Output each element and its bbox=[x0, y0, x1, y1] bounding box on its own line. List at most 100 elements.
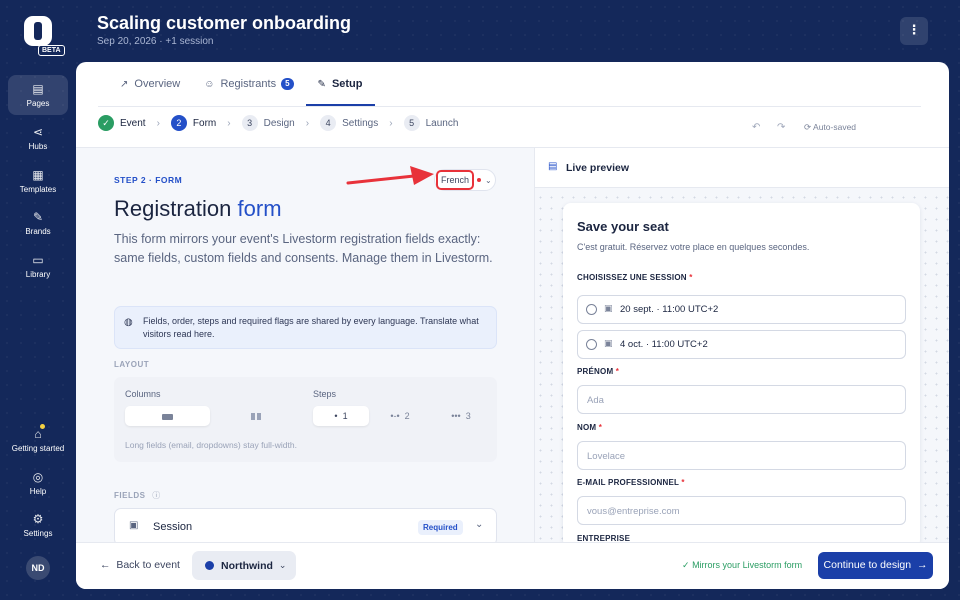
chevron-right-icon: › bbox=[156, 117, 160, 129]
language-select[interactable]: French ⌄ bbox=[434, 169, 496, 191]
steps-one-option[interactable]: • 1 bbox=[313, 406, 369, 426]
page-title: Scaling customer onboarding bbox=[97, 13, 352, 33]
calendar-icon: ▣ bbox=[604, 303, 613, 313]
tab-label: Setup bbox=[331, 78, 363, 90]
calendar-icon: ▣ bbox=[129, 520, 139, 531]
chevron-right-icon: › bbox=[389, 117, 393, 129]
calendar-icon: ▣ bbox=[604, 338, 613, 348]
brand-name: Northwind bbox=[221, 559, 273, 572]
steps-three-option[interactable]: ••• 3 bbox=[431, 406, 491, 426]
status-dot bbox=[477, 178, 482, 182]
tab-overview[interactable]: ↗ Overview bbox=[108, 62, 192, 106]
chevron-down-icon: ⌄ bbox=[485, 175, 492, 185]
tab-registrants[interactable]: ☺ Registrants 5 bbox=[192, 62, 305, 106]
lastname-input[interactable]: Lovelace bbox=[577, 441, 906, 470]
more-options-button[interactable]: ⋮ bbox=[900, 17, 928, 45]
step-number: 2 bbox=[170, 115, 187, 131]
columns-one-option[interactable] bbox=[125, 406, 210, 426]
title-accent: form bbox=[237, 196, 282, 221]
step-settings[interactable]: 4 Settings bbox=[320, 115, 378, 131]
steps-two-option[interactable]: •-• 2 bbox=[372, 406, 428, 426]
undo-icon[interactable]: ↶ bbox=[752, 122, 760, 133]
brand-select[interactable]: Northwind ⌄ bbox=[192, 551, 296, 580]
one-column-icon bbox=[162, 413, 173, 420]
edit-icon: ✎ bbox=[317, 78, 326, 90]
email-label: E-MAIL PROFESSIONNEL * bbox=[577, 478, 685, 487]
label-text: E-MAIL PROFESSIONNEL bbox=[577, 478, 679, 487]
sidebar-item-library[interactable]: ▭ Library bbox=[8, 246, 68, 286]
step-design[interactable]: 3 Design bbox=[241, 115, 295, 131]
registrants-count-badge: 5 bbox=[281, 78, 294, 90]
refresh-icon: ⟳ bbox=[804, 122, 812, 132]
arrow-left-icon: ← bbox=[100, 559, 111, 571]
form-title: Save your seat bbox=[577, 219, 669, 234]
info-text: Fields, order, steps and required flags … bbox=[143, 316, 479, 339]
title-main: Registration bbox=[114, 196, 232, 221]
session-option[interactable]: ▣ 4 oct. · 11:00 UTC+2 bbox=[577, 330, 906, 359]
session-label: CHOISISSEZ UNE SESSION * bbox=[577, 273, 693, 282]
info-icon[interactable]: ⓘ bbox=[152, 491, 161, 500]
three-steps-icon: ••• bbox=[451, 411, 461, 421]
step-launch[interactable]: 5 Launch bbox=[403, 115, 458, 131]
sidebar-item-brands[interactable]: ✎ Brands bbox=[8, 203, 68, 243]
step-label: Form bbox=[192, 117, 217, 129]
app-logo[interactable] bbox=[24, 16, 52, 46]
tab-label: Overview bbox=[134, 78, 181, 90]
session-text: 20 sept. · 11:00 UTC+2 bbox=[620, 304, 719, 315]
tab-label: Registrants bbox=[220, 78, 277, 90]
form-subtitle: C'est gratuit. Réservez votre place en q… bbox=[577, 242, 810, 252]
label-text: NOM bbox=[577, 423, 597, 432]
live-preview: ▤ Live preview Save your seat C'est grat… bbox=[534, 148, 949, 548]
continue-button[interactable]: Continue to design → bbox=[818, 552, 933, 579]
lifebuoy-icon: ◎ bbox=[32, 470, 44, 484]
two-column-icon bbox=[250, 411, 262, 421]
autosave-status: ⟳ Auto-saved bbox=[804, 122, 856, 133]
radio-button[interactable] bbox=[586, 304, 597, 315]
radio-button[interactable] bbox=[586, 339, 597, 350]
back-to-event-link[interactable]: ← Back to event bbox=[100, 559, 180, 571]
chevron-right-icon: › bbox=[227, 117, 231, 129]
page-subtitle: Sep 20, 2026 · +1 session bbox=[97, 36, 214, 47]
columns-two-option[interactable] bbox=[213, 406, 298, 426]
required-badge: Required bbox=[418, 520, 463, 535]
avatar[interactable]: ND bbox=[26, 556, 50, 580]
check-icon: ✓ bbox=[98, 115, 114, 131]
sidebar-item-help[interactable]: ◎ Help bbox=[8, 463, 68, 503]
fields-label: FIELDS bbox=[114, 491, 146, 500]
language-value: French bbox=[436, 170, 475, 190]
globe-icon: ◍ bbox=[124, 317, 133, 328]
step-event[interactable]: ✓ Event bbox=[98, 115, 146, 131]
footer-bar: ← Back to event Northwind ⌄ ✓ Mirrors yo… bbox=[76, 542, 949, 589]
sidebar-item-settings[interactable]: ⚙ Settings bbox=[8, 505, 68, 545]
sidebar-item-getting-started[interactable]: ⌂ Getting started bbox=[8, 420, 68, 460]
continue-label: Continue to design bbox=[823, 559, 912, 571]
chevron-down-icon[interactable]: ⌄ bbox=[475, 519, 483, 530]
main-panel: ↗ Overview ☺ Registrants 5 ✎ Setup ✓ Eve… bbox=[76, 62, 949, 589]
sidebar-item-label: Getting started bbox=[11, 444, 65, 453]
steps-label: Steps bbox=[313, 389, 337, 399]
required-mark: * bbox=[615, 367, 620, 376]
session-option[interactable]: ▣ 20 sept. · 11:00 UTC+2 bbox=[577, 295, 906, 324]
required-mark: * bbox=[689, 273, 693, 282]
tab-setup[interactable]: ✎ Setup bbox=[305, 62, 375, 106]
firstname-label: PRÉNOM * bbox=[577, 367, 619, 376]
sidebar-item-label: Pages bbox=[26, 99, 50, 108]
field-row-session[interactable]: ▣ Session Required ⌄ bbox=[114, 508, 497, 546]
brand-color-dot bbox=[205, 561, 214, 570]
redo-icon[interactable]: ↷ bbox=[777, 122, 785, 133]
layout-heading: LAYOUT bbox=[114, 360, 150, 369]
section-title: Registration form bbox=[114, 196, 282, 222]
option-label: 1 bbox=[342, 411, 348, 421]
step-form[interactable]: 2 Form bbox=[170, 115, 217, 131]
lastname-label: NOM * bbox=[577, 423, 602, 432]
check-icon: ✓ bbox=[682, 560, 690, 570]
sidebar-item-templates[interactable]: ▦ Templates bbox=[8, 161, 68, 201]
divider bbox=[98, 106, 921, 107]
stepper: ✓ Event › 2 Form › 3 Design › 4 Settings… bbox=[98, 115, 458, 131]
email-input[interactable]: vous@entreprise.com bbox=[577, 496, 906, 525]
sidebar-item-pages[interactable]: ▤ Pages bbox=[8, 75, 68, 115]
firstname-input[interactable]: Ada bbox=[577, 385, 906, 414]
beta-badge: BETA bbox=[38, 45, 65, 56]
sidebar-item-hubs[interactable]: ⋖ Hubs bbox=[8, 118, 68, 158]
section-description: This form mirrors your event's Livestorm… bbox=[114, 232, 493, 265]
